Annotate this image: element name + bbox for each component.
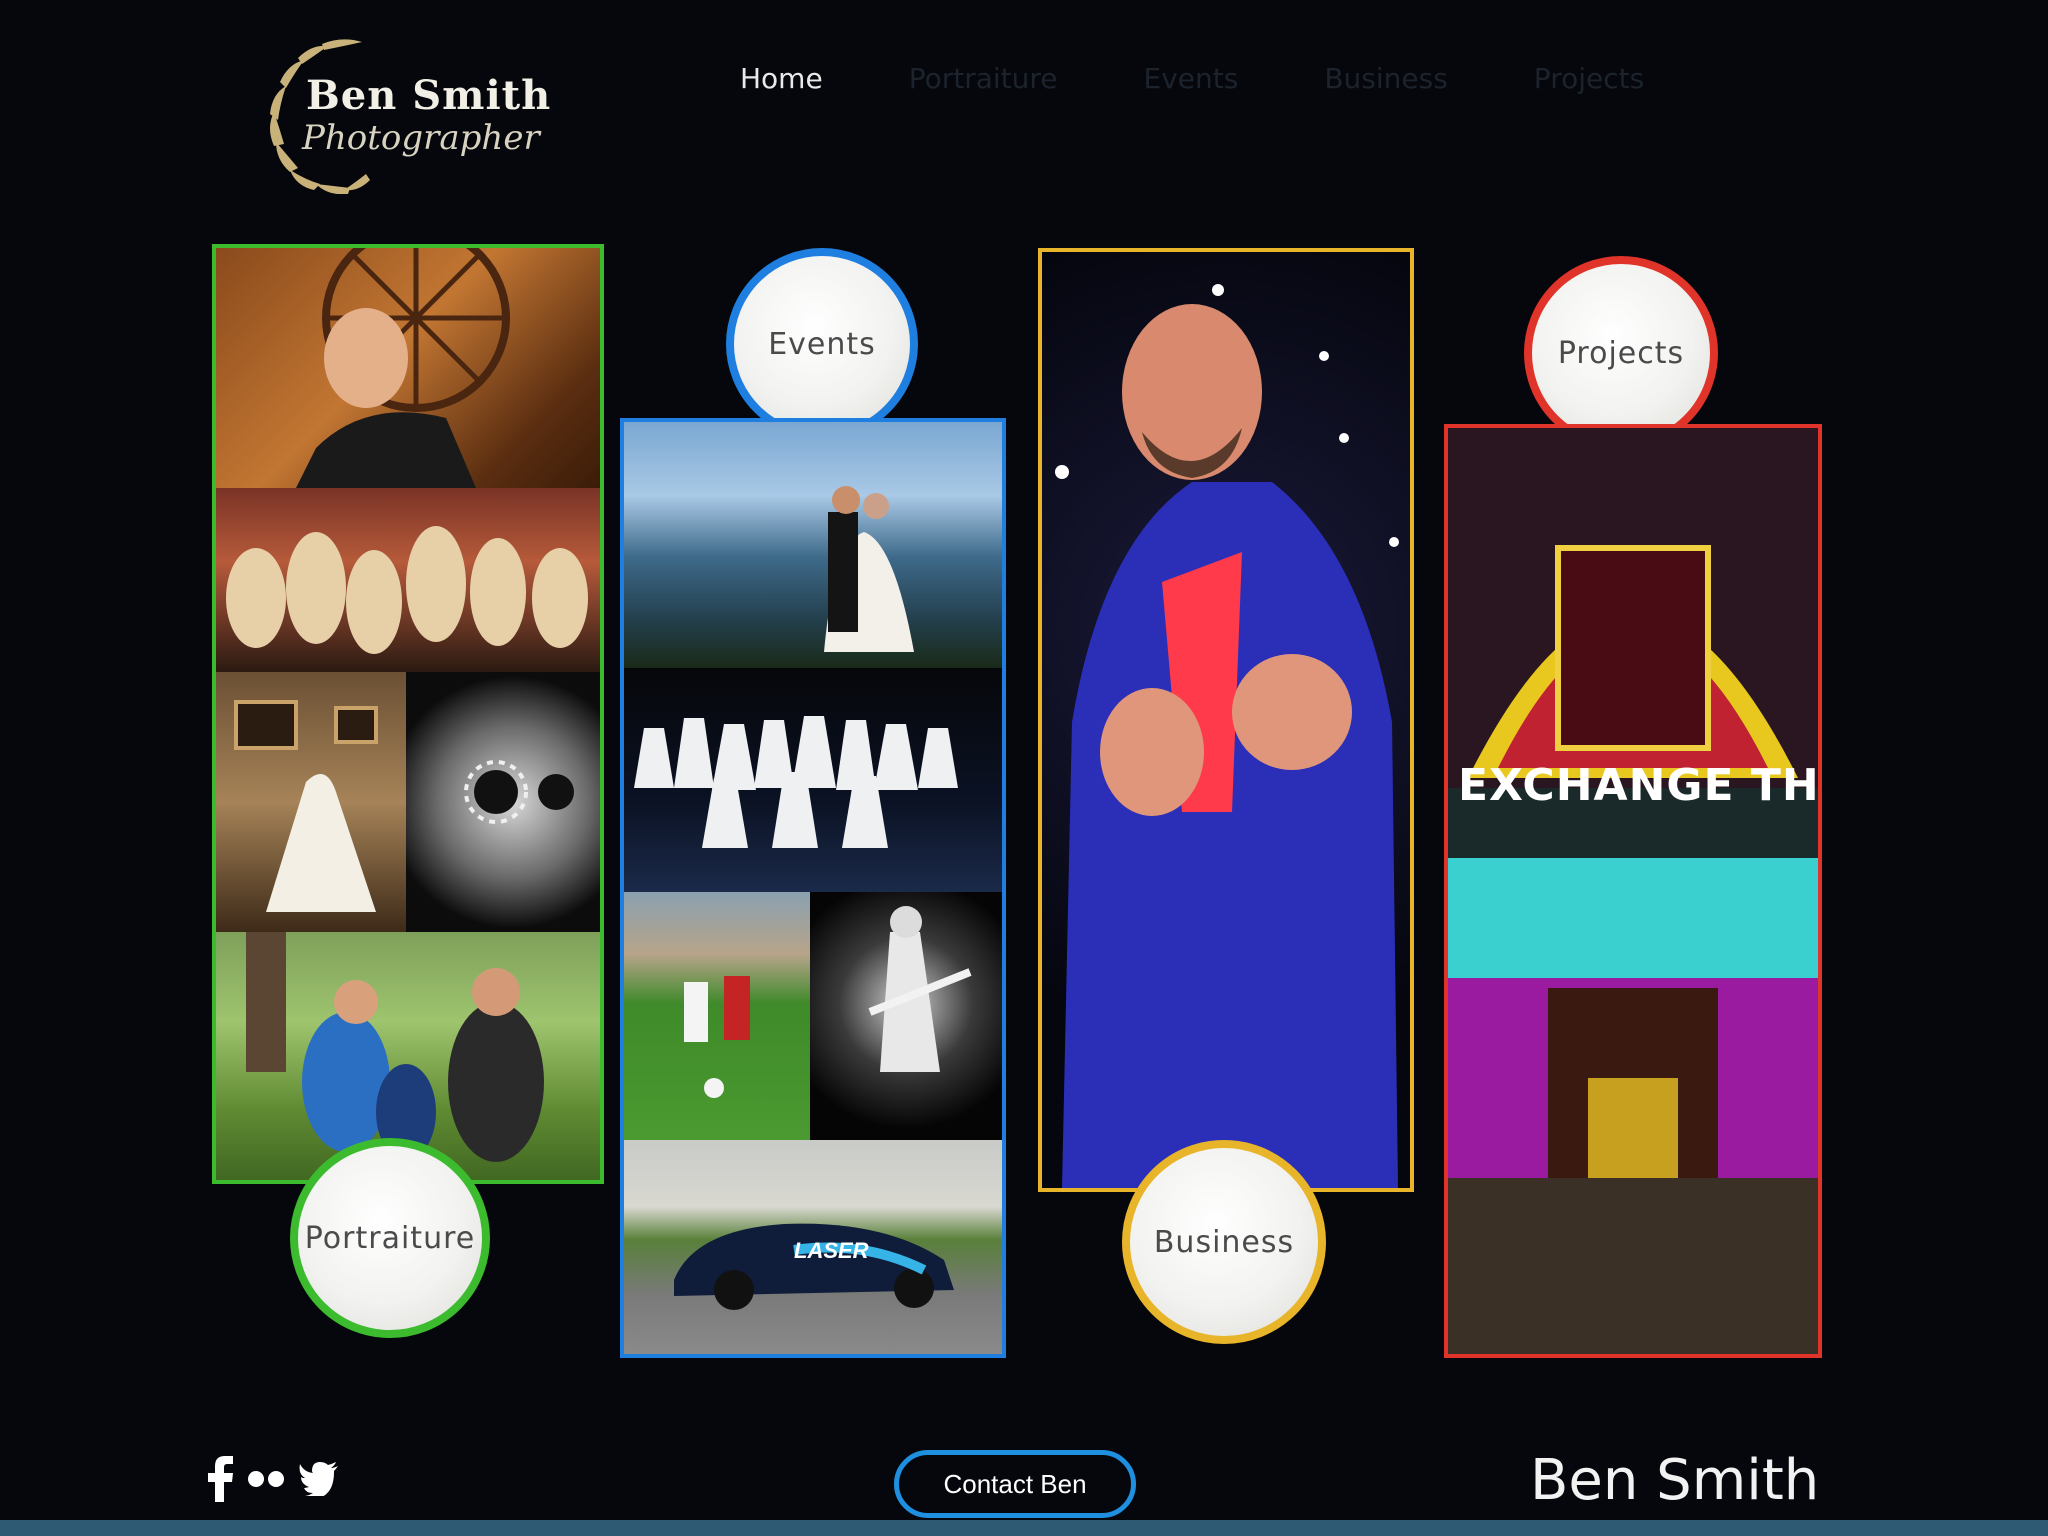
- speaker-photo: [1055, 284, 1399, 1188]
- bride-room-photo: [216, 672, 406, 932]
- portraiture-panel[interactable]: [212, 244, 604, 1184]
- projects-panel[interactable]: EXCHANGE TH: [1444, 424, 1822, 1358]
- car-livery-text: LASER: [794, 1238, 869, 1263]
- wedding-lake-photo: [624, 422, 1002, 668]
- flickr-icon[interactable]: [246, 1469, 286, 1489]
- bottom-bar: [0, 1520, 2048, 1536]
- footer-brand-name: Ben Smith: [1530, 1448, 1820, 1513]
- nav-projects[interactable]: Projects: [1534, 62, 1644, 112]
- brand-name: Ben Smith: [306, 72, 552, 119]
- business-circle-button[interactable]: Business: [1122, 1140, 1326, 1344]
- girl-portrait-photo: [216, 248, 600, 488]
- football-photo: [624, 892, 810, 1140]
- race-car-photo: LASER: [624, 1140, 1002, 1354]
- nav-business[interactable]: Business: [1324, 62, 1447, 112]
- main-nav: Home Portraiture Events Business Project…: [740, 62, 1730, 112]
- projects-circle-button[interactable]: Projects: [1524, 256, 1718, 450]
- exchange-sign-text: EXCHANGE TH: [1458, 760, 1820, 811]
- twitter-icon[interactable]: [298, 1462, 338, 1496]
- events-label: Events: [768, 326, 876, 362]
- brand-tagline: Photographer: [302, 118, 540, 158]
- contact-ben-button[interactable]: Contact Ben: [894, 1450, 1136, 1518]
- contact-ben-label: Contact Ben: [943, 1468, 1087, 1499]
- dogs-photo: [216, 488, 600, 672]
- facebook-icon[interactable]: [208, 1456, 234, 1502]
- events-circle-button[interactable]: Events: [726, 248, 918, 440]
- events-panel[interactable]: LASER: [620, 418, 1006, 1358]
- dancers-photo: [624, 668, 1002, 892]
- business-panel[interactable]: [1038, 248, 1414, 1192]
- business-label: Business: [1153, 1224, 1295, 1260]
- portraiture-circle-button[interactable]: Portraiture: [290, 1138, 490, 1338]
- brand-logo[interactable]: Ben Smith Photographer: [262, 34, 550, 194]
- skull-face-photo: [406, 672, 600, 932]
- nav-home[interactable]: Home: [740, 62, 823, 112]
- wagon-wheel-icon: [296, 248, 510, 488]
- exchange-theatre-photo: [1448, 428, 1818, 1354]
- guitarist-photo: [810, 892, 1002, 1140]
- portraiture-label: Portraiture: [304, 1220, 476, 1256]
- nav-events[interactable]: Events: [1144, 62, 1239, 112]
- projects-label: Projects: [1557, 335, 1685, 371]
- nav-portraiture[interactable]: Portraiture: [909, 62, 1058, 112]
- social-links: [208, 1456, 338, 1502]
